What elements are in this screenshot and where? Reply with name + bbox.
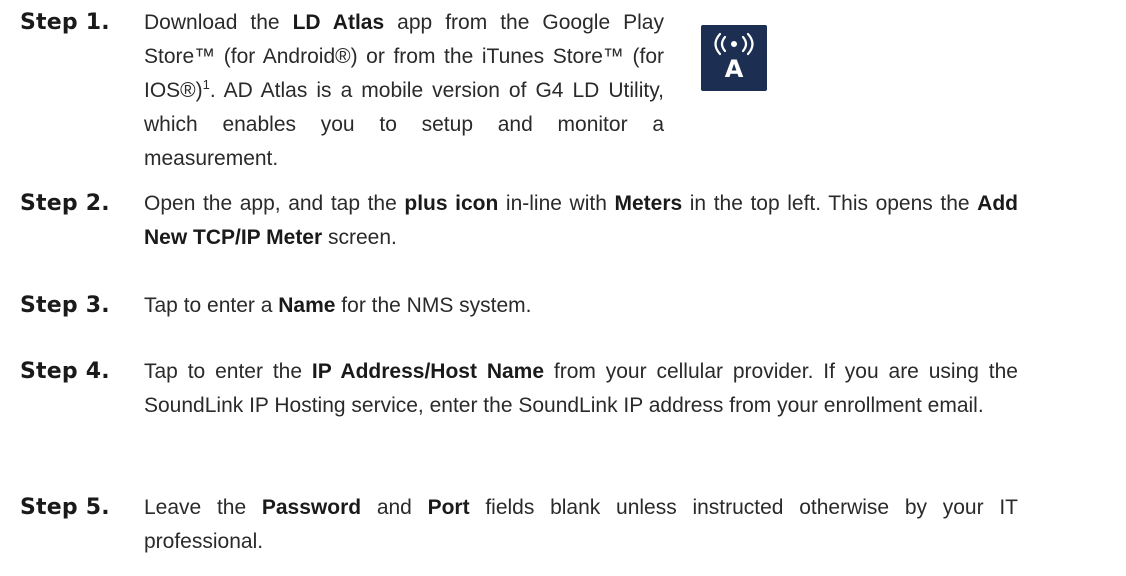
text-run: Download the	[144, 11, 293, 34]
step-text: Open the app, and tap the plus icon in-l…	[144, 187, 1018, 255]
step-label: Step 5.	[20, 495, 110, 520]
emphasized-term: LD Atlas	[292, 11, 385, 34]
step-label: Step 3.	[20, 293, 110, 318]
step-label: Step 1.	[20, 10, 110, 35]
emphasized-term: plus icon	[404, 192, 499, 215]
text-run: Open the app, and tap the	[144, 192, 405, 215]
broadcast-icon: A	[714, 32, 754, 83]
text-run: Leave the	[144, 496, 262, 519]
step-text: Tap to enter the IP Address/Host Name fr…	[144, 355, 1018, 423]
step-label: Step 2.	[20, 191, 110, 216]
app-icon-letter: A	[725, 55, 744, 83]
step-text: Download the LD Atlas app from the Googl…	[144, 6, 664, 176]
step-text: Tap to enter a Name for the NMS system.	[144, 289, 1018, 323]
ld-atlas-app-icon: A	[701, 25, 767, 91]
text-run: in-line with	[498, 192, 615, 215]
emphasized-term: Name	[278, 294, 336, 317]
text-run: . AD Atlas is a mobile version of G4 LD …	[144, 79, 664, 170]
emphasized-term: Password	[261, 496, 362, 519]
step-label: Step 4.	[20, 359, 110, 384]
emphasized-term: Port	[427, 496, 470, 519]
text-run: screen.	[322, 226, 397, 249]
footnote-marker: 1	[202, 77, 210, 92]
emphasized-term: Meters	[614, 192, 683, 215]
text-run: and	[361, 496, 428, 519]
text-run: Tap to enter the	[144, 360, 312, 383]
emphasized-term: IP Address/Host Name	[311, 360, 545, 383]
text-run: in the top left. This opens the	[682, 192, 978, 215]
text-run: for the NMS system.	[335, 294, 532, 317]
step-text: Leave the Password and Port fields blank…	[144, 491, 1018, 559]
text-run: Tap to enter a	[144, 294, 279, 317]
